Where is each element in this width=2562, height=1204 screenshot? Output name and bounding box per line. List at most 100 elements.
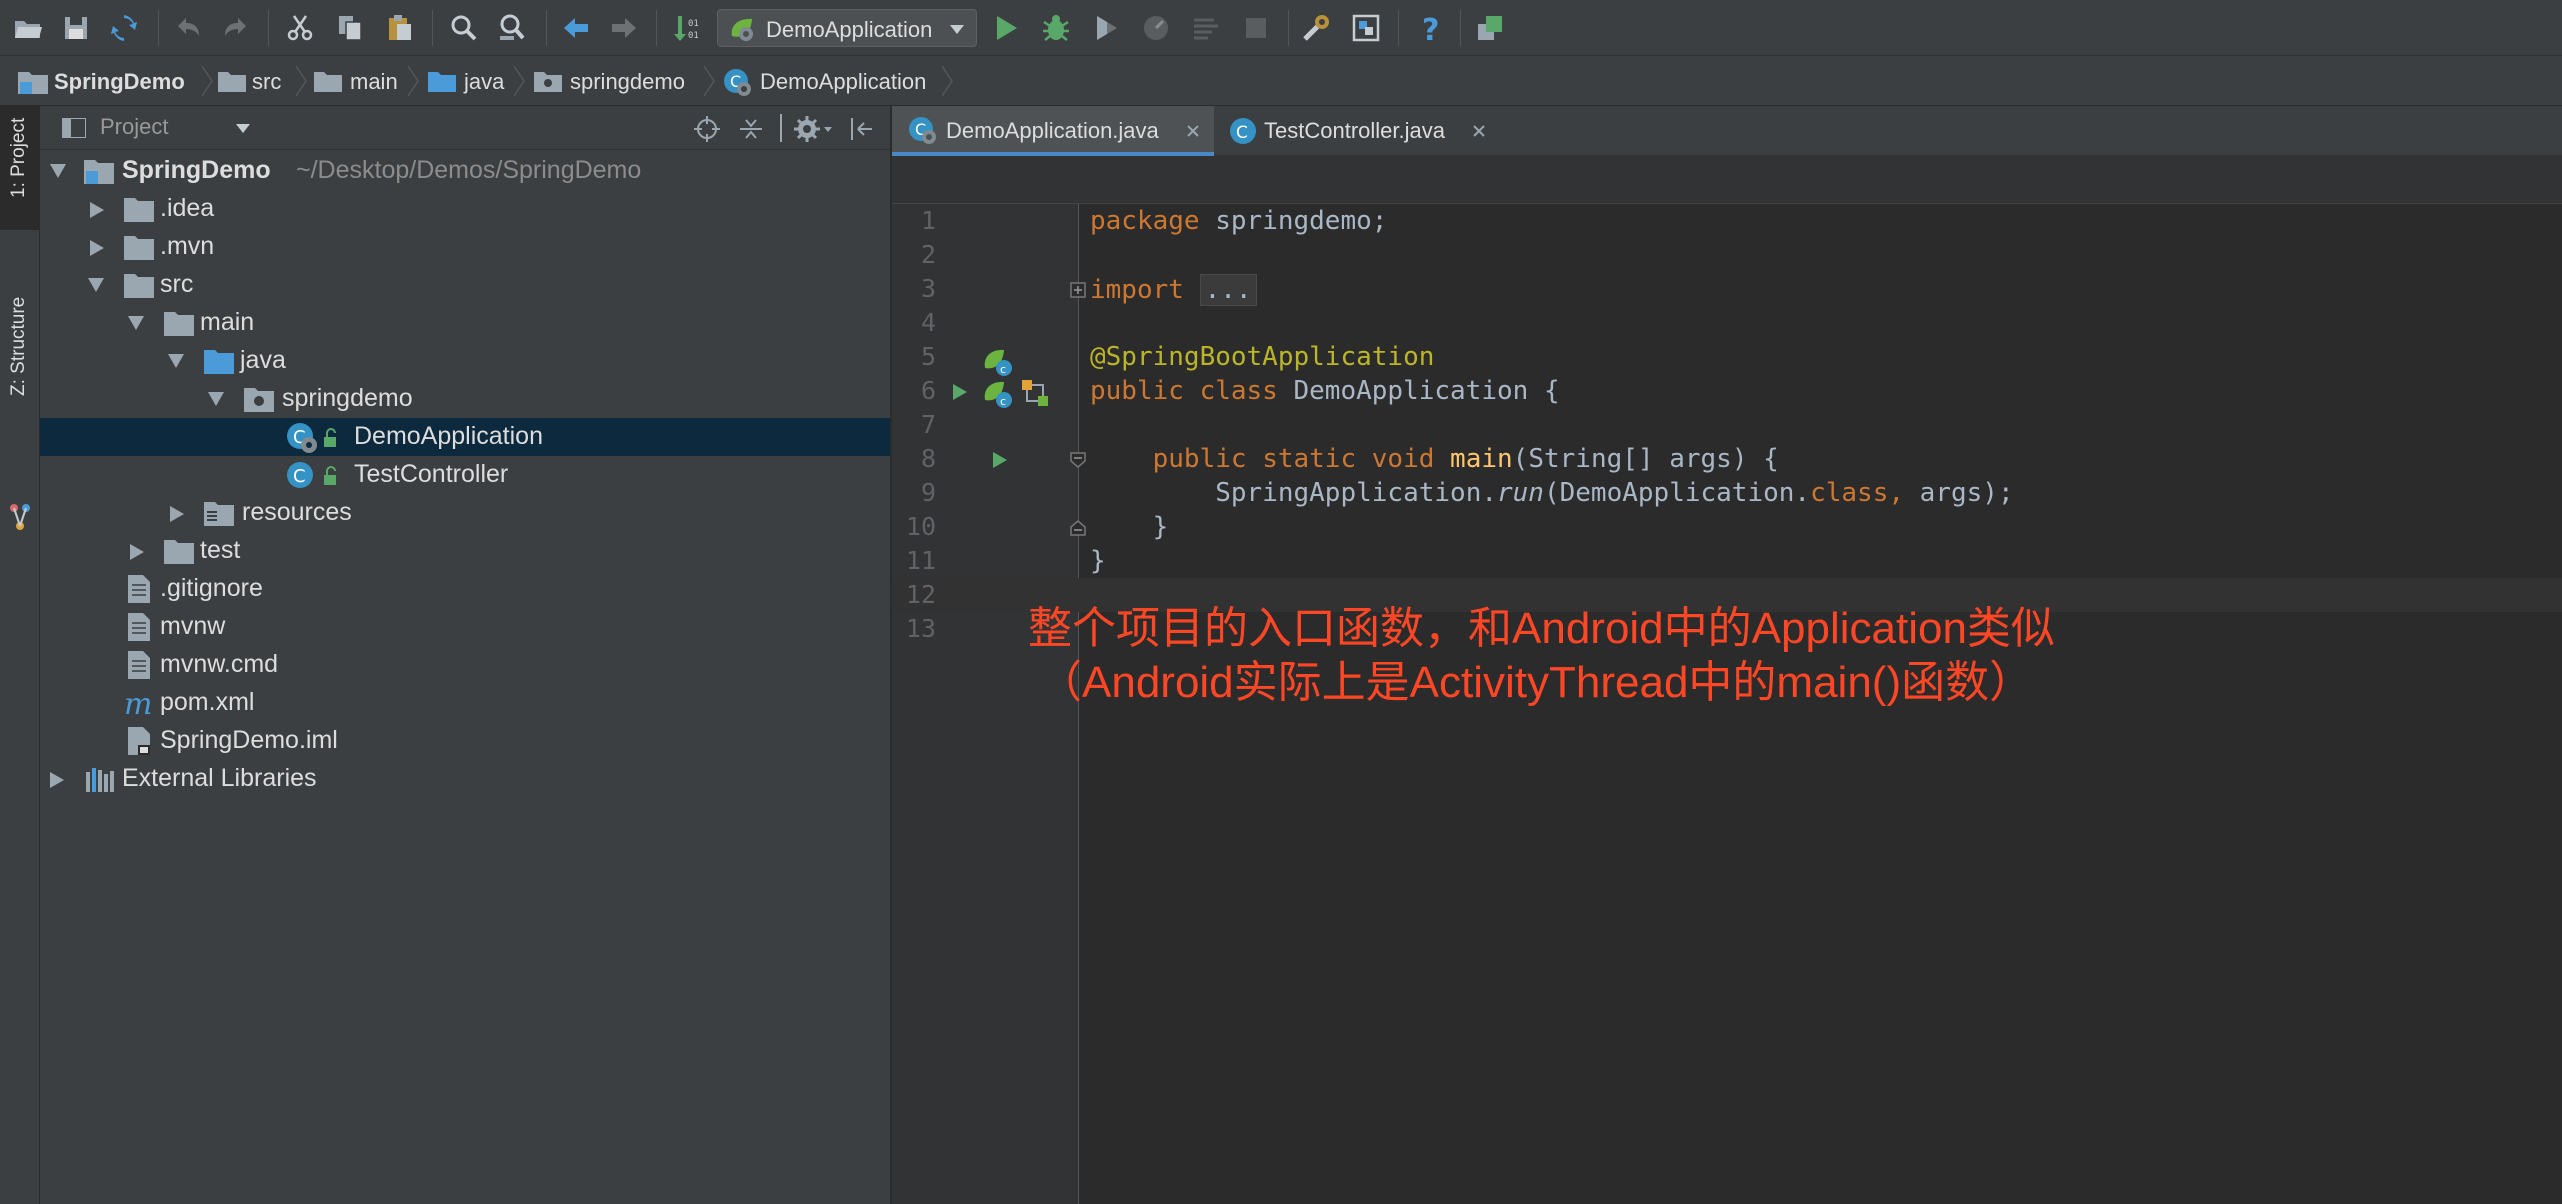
project-path: ~/Desktop/Demos/SpringDemo [296,156,642,184]
project-tool-tab[interactable]: 1: Project [0,106,40,230]
spring-bean-gutter-icon[interactable]: c [982,346,1014,378]
tab-testcontroller[interactable]: C TestController.java [1214,106,1504,156]
open-folder-icon[interactable] [12,12,44,44]
structure-tool-tab[interactable]: Z: Structure [0,246,40,546]
project-view-selector[interactable]: Project [100,114,168,140]
tree-item-pom[interactable]: m pom.xml [40,684,890,722]
collapse-all-icon[interactable] [738,116,764,142]
maven-icon: m [124,688,152,718]
save-icon[interactable] [60,12,92,44]
code-token: args); [1919,478,2014,508]
debug-icon[interactable] [1040,12,1072,44]
tab-label: DemoApplication.java [946,118,1159,143]
copy-icon[interactable] [334,12,366,44]
chevron-right-icon[interactable] [170,506,184,522]
tree-item-springdemo-package[interactable]: springdemo [40,380,890,418]
synchronize-icon[interactable] [108,12,140,44]
undo-icon[interactable] [172,12,204,44]
breadcrumb-label: java [464,69,505,94]
vcs-commit-icon[interactable] [1474,12,1506,44]
gear-icon[interactable] [794,116,832,142]
expand-fold-icon[interactable] [1070,282,1086,298]
code-line-6: @SpringBootApplication [1090,342,1434,376]
tree-item-label: .mvn [160,232,215,260]
tree-item-idea[interactable]: .idea [40,190,890,228]
tree-item-java[interactable]: java [40,342,890,380]
help-icon[interactable]: ? [1414,12,1446,44]
class-icon: C [1230,118,1256,144]
run-configuration-label: DemoApplication [766,17,933,42]
tree-item-src[interactable]: src [40,266,890,304]
svg-text:01: 01 [688,19,699,29]
folder-icon [314,72,342,92]
breadcrumb-label: springdemo [570,69,685,94]
tree-item-test[interactable]: test [40,532,890,570]
folder-icon [164,312,194,336]
run-icon[interactable] [990,12,1022,44]
find-usages-icon[interactable] [496,12,528,44]
hide-panel-icon[interactable] [848,116,874,142]
chevron-right-icon [408,66,419,96]
tree-item-resources[interactable]: resources [40,494,890,532]
run-gutter-icon[interactable] [992,451,1008,469]
tree-item-mvn[interactable]: .mvn [40,228,890,266]
locate-file-icon[interactable] [694,116,720,142]
tree-item-testcontroller[interactable]: C TestController [40,456,890,494]
cut-icon[interactable] [284,12,316,44]
chevron-down-icon[interactable] [128,316,144,330]
spring-context-gutter-icon[interactable] [1020,378,1050,408]
settings-icon[interactable] [1300,12,1332,44]
chevron-right-icon[interactable] [130,544,144,560]
svg-text:C: C [1236,123,1248,143]
code-token: springdemo; [1199,206,1388,236]
run-gutter-icon[interactable] [952,383,968,401]
close-icon[interactable] [1472,124,1486,138]
chevron-right-icon [942,66,953,96]
chevron-right-icon[interactable] [50,772,64,788]
tree-item-label: resources [242,498,352,526]
profile-icon[interactable] [1140,12,1172,44]
collapse-fold-end-icon[interactable] [1070,520,1086,536]
chevron-right-icon[interactable] [90,202,104,218]
close-icon[interactable] [1186,124,1200,138]
tree-item-main[interactable]: main [40,304,890,342]
tree-item-mvnw[interactable]: mvnw [40,608,890,646]
chevron-down-icon[interactable] [168,354,184,368]
code-line-7: public class DemoApplication { [1090,376,1560,410]
tree-item-demoapplication[interactable]: C DemoApplication [40,418,890,456]
forward-icon[interactable] [608,12,640,44]
chevron-down-icon[interactable] [236,124,250,133]
chevron-right-icon[interactable] [90,240,104,256]
chevron-down-icon[interactable] [50,164,66,178]
code-token: DemoApplication { [1277,376,1560,406]
tree-item-mvnw-cmd[interactable]: mvnw.cmd [40,646,890,684]
tree-item-label: .gitignore [160,574,263,602]
code-token: @SpringBootApplication [1090,342,1435,372]
project-panel-header: Project [40,106,890,150]
chevron-right-icon [202,66,213,96]
tree-item-iml[interactable]: SpringDemo.iml [40,722,890,760]
run-tasks-icon[interactable] [1190,12,1222,44]
folded-imports[interactable]: ... [1199,274,1257,306]
stop-icon[interactable] [1240,12,1272,44]
project-tool-tab-label: 1: Project [8,117,29,198]
spring-bean-gutter-icon[interactable]: c [982,378,1014,410]
redo-icon[interactable] [220,12,252,44]
chevron-down-icon[interactable] [208,392,224,406]
back-icon[interactable] [560,12,592,44]
run-configuration-dropdown[interactable]: DemoApplication [717,9,977,47]
tree-item-external-libraries[interactable]: External Libraries [40,760,890,798]
paste-icon[interactable] [384,12,416,44]
collapse-fold-icon[interactable] [1070,452,1086,468]
project-structure-icon[interactable] [1350,12,1382,44]
svg-text:?: ? [1422,13,1439,44]
build-icon[interactable]: 0101 [670,12,702,44]
coverage-icon[interactable] [1090,12,1122,44]
find-icon[interactable] [448,12,480,44]
tree-item-springdemo-root[interactable]: SpringDemo ~/Desktop/Demos/SpringDemo [40,152,890,190]
tab-demoapplication[interactable]: C DemoApplication.java [892,106,1214,156]
folder-icon [124,198,154,222]
chevron-down-icon[interactable] [88,278,104,292]
tree-item-label: TestController [354,460,509,488]
tree-item-gitignore[interactable]: .gitignore [40,570,890,608]
